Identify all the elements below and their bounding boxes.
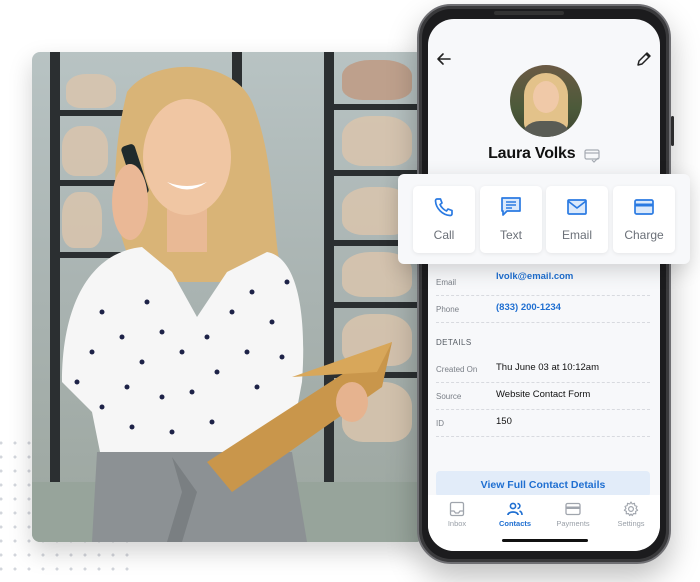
phone-mockup: Laura Volks Email lvolk@email.com Phone …: [417, 4, 674, 564]
text-button[interactable]: Text: [480, 186, 542, 253]
tab-label: Payments: [556, 519, 590, 528]
avatar: [510, 65, 582, 137]
phone-icon: [434, 198, 453, 217]
detail-value: Website Contact Form: [496, 389, 591, 400]
call-button[interactable]: Call: [413, 186, 475, 253]
action-label: Charge: [624, 228, 664, 242]
view-full-contact-details-button[interactable]: View Full Contact Details: [436, 471, 650, 497]
info-label: Phone: [436, 305, 460, 314]
avatar-face: [533, 81, 559, 113]
tab-settings[interactable]: Settings: [602, 501, 660, 528]
edit-button[interactable]: [634, 49, 654, 69]
contact-info-list: Email lvolk@email.com Phone (833) 200-12…: [436, 269, 650, 437]
message-icon: [501, 197, 521, 216]
contact-detail-screen: Laura Volks Email lvolk@email.com Phone …: [428, 19, 660, 551]
bottom-tab-bar: Inbox Contacts Payments Settings: [428, 495, 660, 551]
phone-link[interactable]: (833) 200-1234: [496, 302, 561, 313]
action-label: Call: [433, 228, 455, 242]
woman-figure: [62, 66, 392, 542]
tab-label: Settings: [617, 519, 645, 528]
detail-label: Created On: [436, 365, 478, 374]
phone-speaker: [494, 11, 564, 15]
credit-card-icon: [565, 502, 581, 516]
gear-icon: [623, 501, 639, 517]
back-button[interactable]: [434, 49, 454, 69]
contact-name-row: Laura Volks: [428, 145, 660, 163]
action-label: Text: [499, 228, 522, 242]
contact-name: Laura Volks: [488, 145, 576, 162]
tab-payments[interactable]: Payments: [544, 501, 602, 528]
tab-label: Inbox: [447, 519, 467, 528]
info-label: Email: [436, 278, 457, 287]
info-row-email: Email lvolk@email.com: [436, 269, 650, 296]
details-heading: DETAILS: [436, 338, 472, 347]
pencil-icon: [637, 52, 651, 66]
hero-photo-woman-on-phone: [32, 52, 424, 542]
tab-label: Contacts: [498, 519, 532, 528]
info-row-phone: Phone (833) 200-1234: [436, 296, 650, 323]
details-section-header: DETAILS: [436, 323, 650, 356]
tab-inbox[interactable]: Inbox: [428, 501, 486, 528]
detail-row-created: Created On Thu June 03 at 10:12am: [436, 356, 650, 383]
detail-value: Thu June 03 at 10:12am: [496, 362, 599, 373]
email-button[interactable]: Email: [546, 186, 608, 253]
phone-side-button: [671, 116, 674, 146]
detail-row-id: ID 150: [436, 410, 650, 437]
home-indicator: [502, 539, 588, 542]
quick-actions-card: Call Text Email Charge: [398, 174, 690, 264]
charge-button[interactable]: Charge: [613, 186, 675, 253]
tab-contacts[interactable]: Contacts: [486, 501, 544, 528]
envelope-icon: [567, 199, 587, 215]
arrow-left-icon: [437, 53, 451, 65]
action-label: Email: [561, 228, 592, 242]
card-check-icon: [584, 149, 600, 163]
detail-value: 150: [496, 416, 512, 427]
inbox-icon: [449, 501, 465, 517]
detail-label: Source: [436, 392, 462, 401]
credit-card-icon: [634, 199, 654, 215]
people-icon: [507, 502, 523, 516]
detail-label: ID: [436, 419, 444, 428]
detail-row-source: Source Website Contact Form: [436, 383, 650, 410]
email-link[interactable]: lvolk@email.com: [496, 271, 573, 282]
